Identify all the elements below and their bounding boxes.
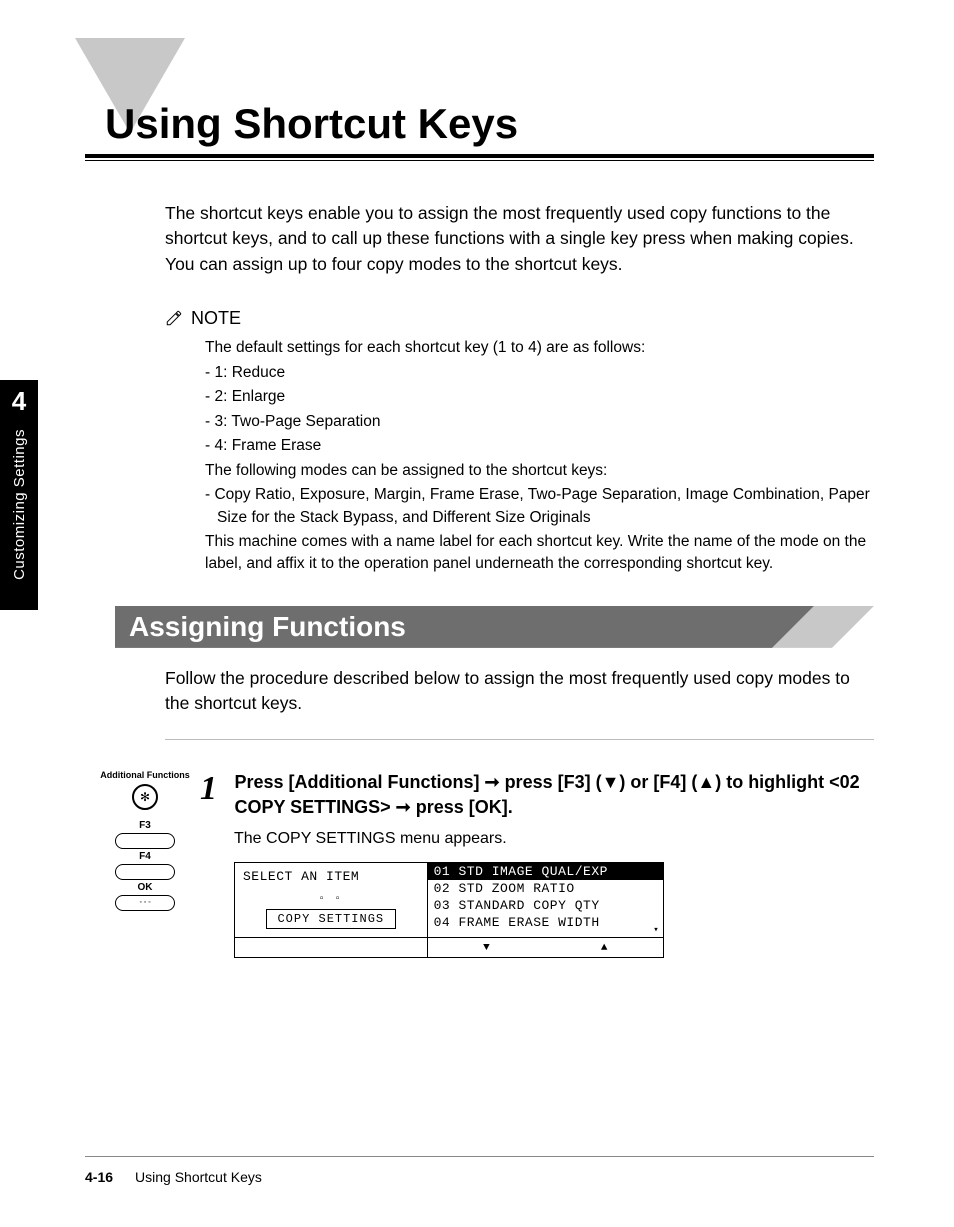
note-line-1: The default settings for each shortcut k…: [205, 337, 874, 359]
lcd-left-title: SELECT AN ITEM: [243, 869, 419, 884]
ok-key-label: OK: [90, 882, 200, 893]
footer: 4-16 Using Shortcut Keys: [85, 1169, 262, 1185]
chapter-rule-thin: [85, 160, 874, 161]
lcd-row-4: 04 FRAME ERASE WIDTH: [428, 914, 663, 931]
note-affix: This machine comes with a name label for…: [205, 531, 874, 576]
note-label: NOTE: [191, 305, 241, 331]
intro-paragraph: The shortcut keys enable you to assign t…: [165, 201, 874, 277]
lcd-dots-icon: ▫ ▫: [243, 894, 419, 905]
lcd-nav-up: ▲: [545, 938, 663, 957]
note-default-3: - 3: Two-Page Separation: [205, 411, 874, 433]
lcd-left-box: COPY SETTINGS: [266, 909, 396, 929]
step-sub: The COPY SETTINGS menu appears.: [234, 830, 874, 848]
lcd-row-3: 03 STANDARD COPY QTY: [428, 897, 663, 914]
page-number: 4-16: [85, 1169, 113, 1185]
scroll-down-icon: ▾: [653, 925, 658, 935]
f3-key-label: F3: [90, 820, 200, 831]
section-intro: Follow the procedure described below to …: [165, 666, 874, 717]
section-bar: Assigning Functions: [115, 606, 874, 648]
chapter-rule-thick: [85, 154, 874, 158]
scroll-up-icon: ▴: [653, 865, 658, 875]
lcd-nav-down: ▼: [428, 938, 546, 957]
pencil-icon: [165, 309, 183, 327]
step-number: 1: [200, 770, 230, 808]
ok-key-icon: [115, 895, 175, 911]
f3-key-icon: [115, 833, 175, 849]
step-separator: [165, 739, 874, 740]
key-diagram: Additional Functions ✻ F3 F4 OK: [90, 770, 200, 958]
lcd-row-1: 01 STD IMAGE QUAL/EXP: [428, 863, 663, 880]
note-line-2: The following modes can be assigned to t…: [205, 460, 874, 482]
arrow-icon: ➞: [484, 772, 499, 792]
footer-rule: [85, 1156, 874, 1157]
section-title: Assigning Functions: [129, 611, 406, 643]
f4-key-label: F4: [90, 851, 200, 862]
lcd-scroll-icon: ▴ ▾: [651, 865, 661, 935]
af-key-label: Additional Functions: [90, 770, 200, 780]
chapter-number: 4: [12, 386, 26, 417]
side-tab-label: Customizing Settings: [11, 429, 28, 580]
lcd-row-2: 02 STD ZOOM RATIO: [428, 880, 663, 897]
footer-title: Using Shortcut Keys: [135, 1169, 262, 1185]
lcd-display: SELECT AN ITEM ▫ ▫ COPY SETTINGS 01 STD …: [234, 862, 664, 958]
note-modes: - Copy Ratio, Exposure, Margin, Frame Er…: [205, 484, 874, 529]
chapter-heading: Using Shortcut Keys: [85, 50, 874, 161]
note-default-1: - 1: Reduce: [205, 362, 874, 384]
note-default-4: - 4: Frame Erase: [205, 435, 874, 457]
arrow-icon-2: ➞: [396, 797, 411, 817]
side-tab: 4 Customizing Settings: [0, 380, 38, 610]
step-head-c: press [OK].: [411, 797, 513, 817]
chapter-title: Using Shortcut Keys: [85, 50, 874, 148]
note-default-2: - 2: Enlarge: [205, 386, 874, 408]
f4-key-icon: [115, 864, 175, 880]
step-heading: Press [Additional Functions] ➞ press [F3…: [234, 770, 868, 820]
step-head-a: Press [Additional Functions]: [234, 772, 484, 792]
note-heading: NOTE: [165, 305, 874, 331]
additional-functions-key-icon: ✻: [132, 784, 158, 810]
